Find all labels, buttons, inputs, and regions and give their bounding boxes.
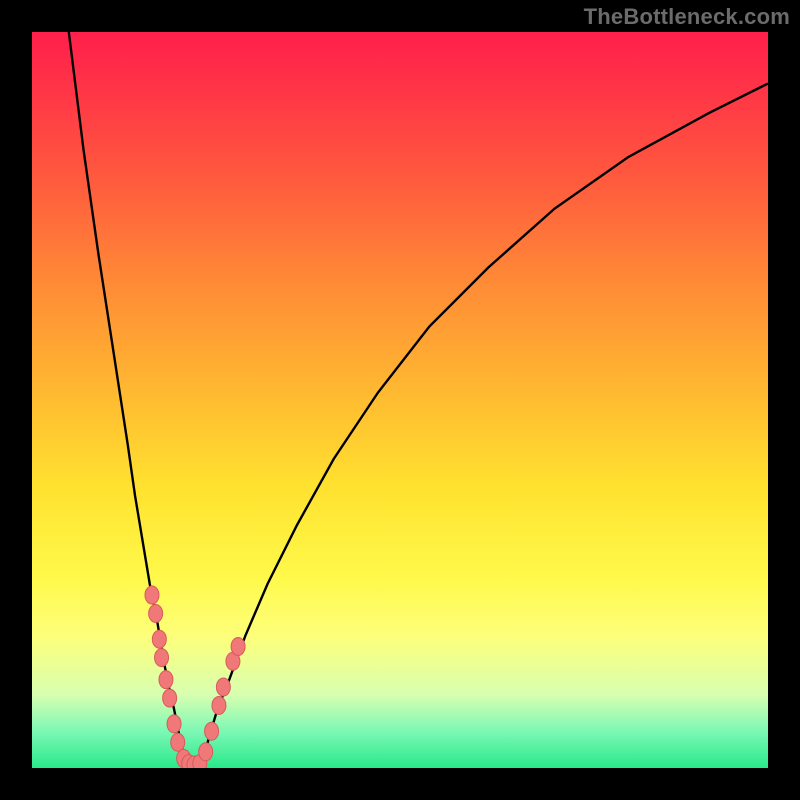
data-marker <box>216 678 230 696</box>
data-marker <box>155 649 169 667</box>
chart-frame: TheBottleneck.com <box>0 0 800 800</box>
data-marker <box>163 689 177 707</box>
data-marker <box>159 671 173 689</box>
data-marker <box>145 586 159 604</box>
chart-svg <box>32 32 768 768</box>
data-marker <box>171 733 185 751</box>
watermark-text: TheBottleneck.com <box>584 4 790 30</box>
curve-right <box>201 84 768 768</box>
data-marker <box>167 715 181 733</box>
data-marker <box>199 743 213 761</box>
chart-plot-area <box>32 32 768 768</box>
data-marker <box>149 604 163 622</box>
data-marker <box>152 630 166 648</box>
curve-layer <box>69 32 768 768</box>
data-marker <box>212 696 226 714</box>
data-marker <box>231 638 245 656</box>
data-marker <box>205 722 219 740</box>
